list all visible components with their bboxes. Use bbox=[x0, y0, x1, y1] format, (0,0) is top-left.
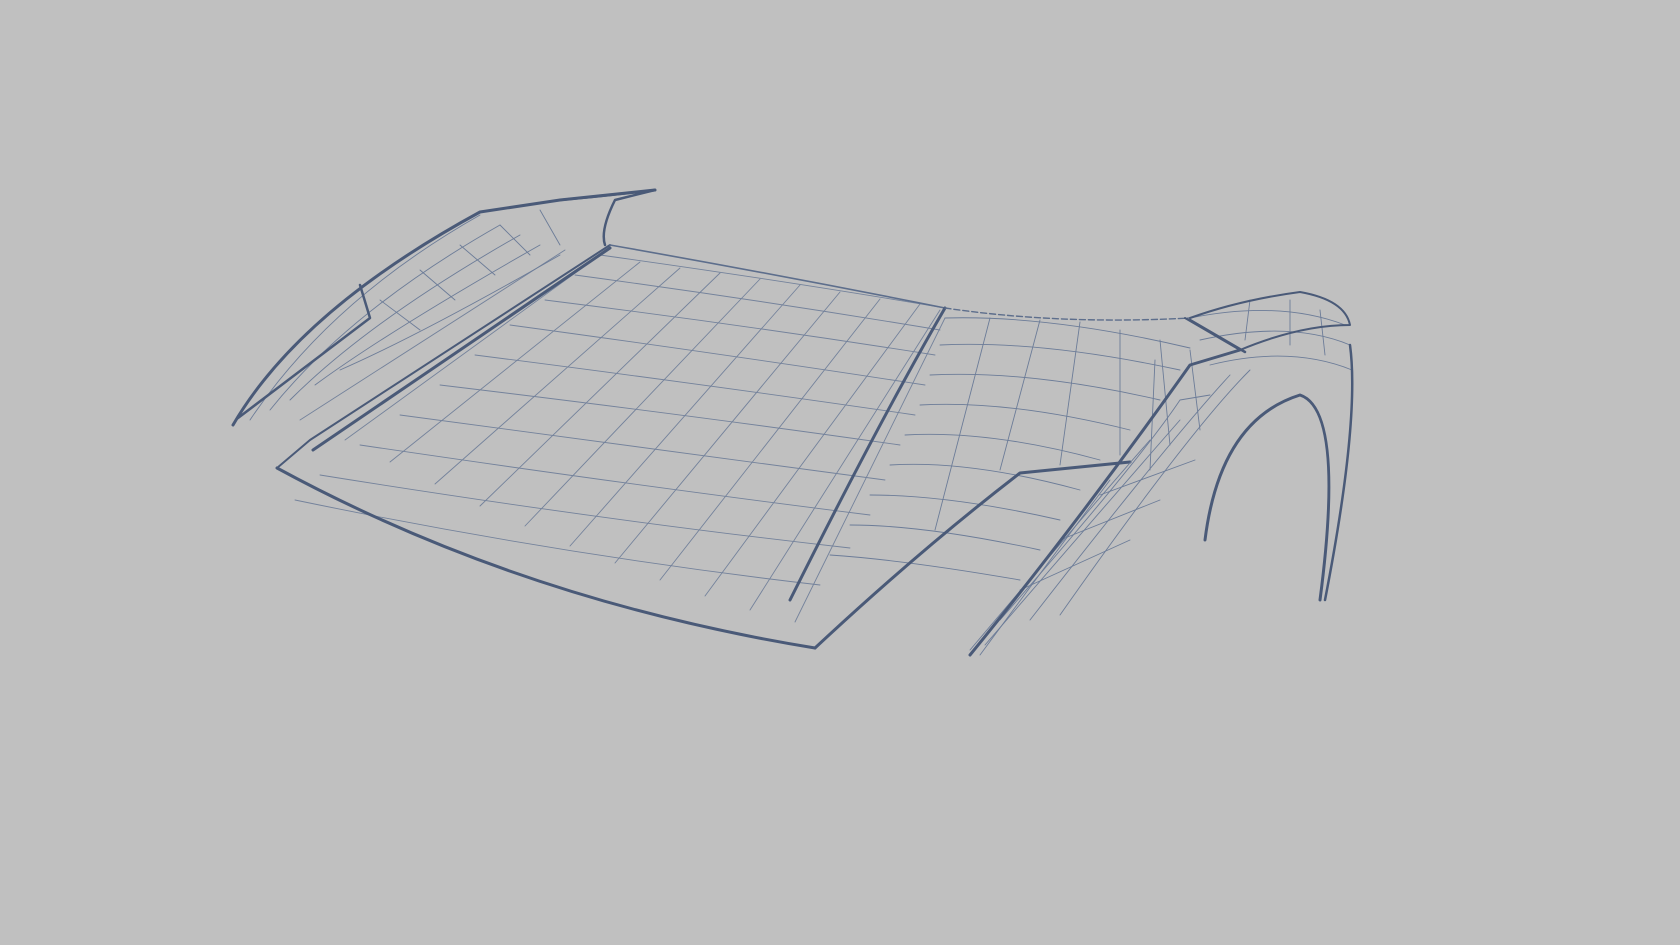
viewport-background[interactable] bbox=[0, 0, 1680, 945]
modeling-viewport[interactable] bbox=[0, 0, 1680, 945]
